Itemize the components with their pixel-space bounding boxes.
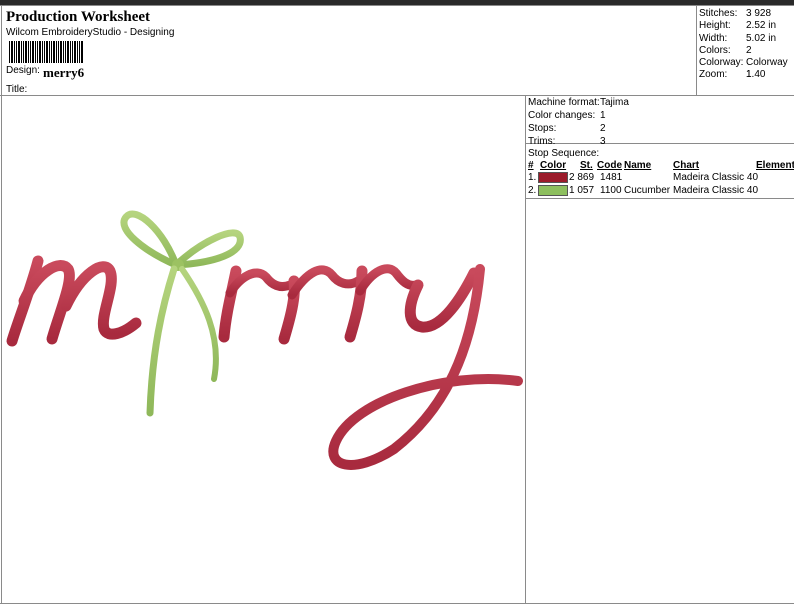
column-header-stitches: St.	[580, 160, 593, 171]
stitch-count: 2 869	[569, 172, 595, 183]
column-header-name: Name	[624, 160, 652, 171]
art-divider	[525, 95, 526, 604]
design-stats: Stitches: 3 928 Height: 2.52 in Width: 5.02…	[699, 8, 794, 82]
design-label: Design:	[6, 65, 40, 76]
column-header-chart: Chart	[673, 160, 700, 171]
row-number: 1.	[528, 172, 537, 183]
stat-row: Stitches: 3 928	[699, 8, 794, 20]
stitch-count: 1 057	[569, 185, 595, 196]
stat-value: 1.40	[746, 69, 766, 81]
stats-divider	[696, 5, 697, 95]
design-name: merry6	[43, 65, 85, 80]
merry-script-artwork	[6, 255, 523, 470]
machine-row: Machine format: Tajima	[528, 96, 788, 109]
stop-sequence-label: Stop Sequence:	[528, 148, 600, 159]
row-number: 2.	[528, 185, 537, 196]
table-row: 2. 1 057 1100 Cucumber Madeira Classic 4…	[528, 185, 793, 197]
stat-label: Zoom:	[699, 69, 728, 81]
page-title: Production Worksheet	[6, 9, 151, 25]
stat-label: Width:	[699, 32, 728, 44]
stat-value: 2.52 in	[746, 20, 777, 32]
machine-label: Trims:	[528, 136, 556, 147]
thread-chart: Madeira Classic 40	[673, 172, 759, 183]
column-header-color: Color	[540, 160, 567, 171]
sequence-divider	[525, 198, 794, 199]
stat-label: Stitches:	[699, 8, 738, 19]
machine-info: Machine format: Tajima Color changes: 1 St…	[528, 96, 788, 148]
thread-name: Cucumber	[624, 185, 671, 196]
stat-row: Height: 2.52 in	[699, 20, 794, 32]
column-header-code: Code	[597, 160, 622, 171]
stat-label: Colors:	[699, 44, 731, 56]
stat-label: Colorway:	[699, 57, 744, 69]
machine-value: 1	[600, 110, 606, 121]
barcode-image	[9, 41, 83, 63]
machine-row: Stops: 2	[528, 122, 788, 135]
thread-code: 1481	[600, 172, 623, 183]
column-header-element: Element	[756, 160, 794, 171]
stat-label: Height:	[699, 20, 731, 32]
stat-row: Colors: 2	[699, 45, 794, 57]
table-row: 1. 2 869 1481 Madeira Classic 40	[528, 172, 793, 184]
stat-value: 3 928	[746, 8, 772, 19]
machine-value: 2	[600, 123, 606, 134]
machine-row: Color changes: 1	[528, 109, 788, 122]
thread-code: 1100	[600, 185, 622, 196]
stat-row: Colorway: Colorway 1	[699, 57, 794, 80]
stat-row: Width: 5.02 in	[699, 33, 794, 45]
title-label: Title:	[6, 84, 28, 95]
color-swatch	[538, 172, 568, 183]
left-border	[1, 5, 2, 604]
software-name: Wilcom EmbroideryStudio - Designing	[6, 27, 175, 38]
stat-value: 2	[746, 44, 752, 56]
machine-value: 3	[600, 136, 606, 147]
machine-row: Trims: 3	[528, 135, 788, 148]
machine-value: Tajima	[600, 97, 629, 108]
top-border	[0, 5, 794, 6]
machine-label: Stops:	[528, 123, 557, 134]
embroidery-preview	[6, 210, 523, 470]
color-swatch	[538, 185, 568, 196]
column-header-number: #	[528, 160, 534, 171]
stat-value: 5.02 in	[746, 32, 777, 44]
thread-chart: Madeira Classic 40	[673, 185, 759, 196]
stat-row: Zoom: 1.40	[699, 69, 794, 81]
machine-label: Machine format:	[528, 97, 600, 108]
machine-label: Color changes:	[528, 110, 596, 121]
worksheet: Production Worksheet Wilcom EmbroiderySt…	[0, 5, 794, 604]
